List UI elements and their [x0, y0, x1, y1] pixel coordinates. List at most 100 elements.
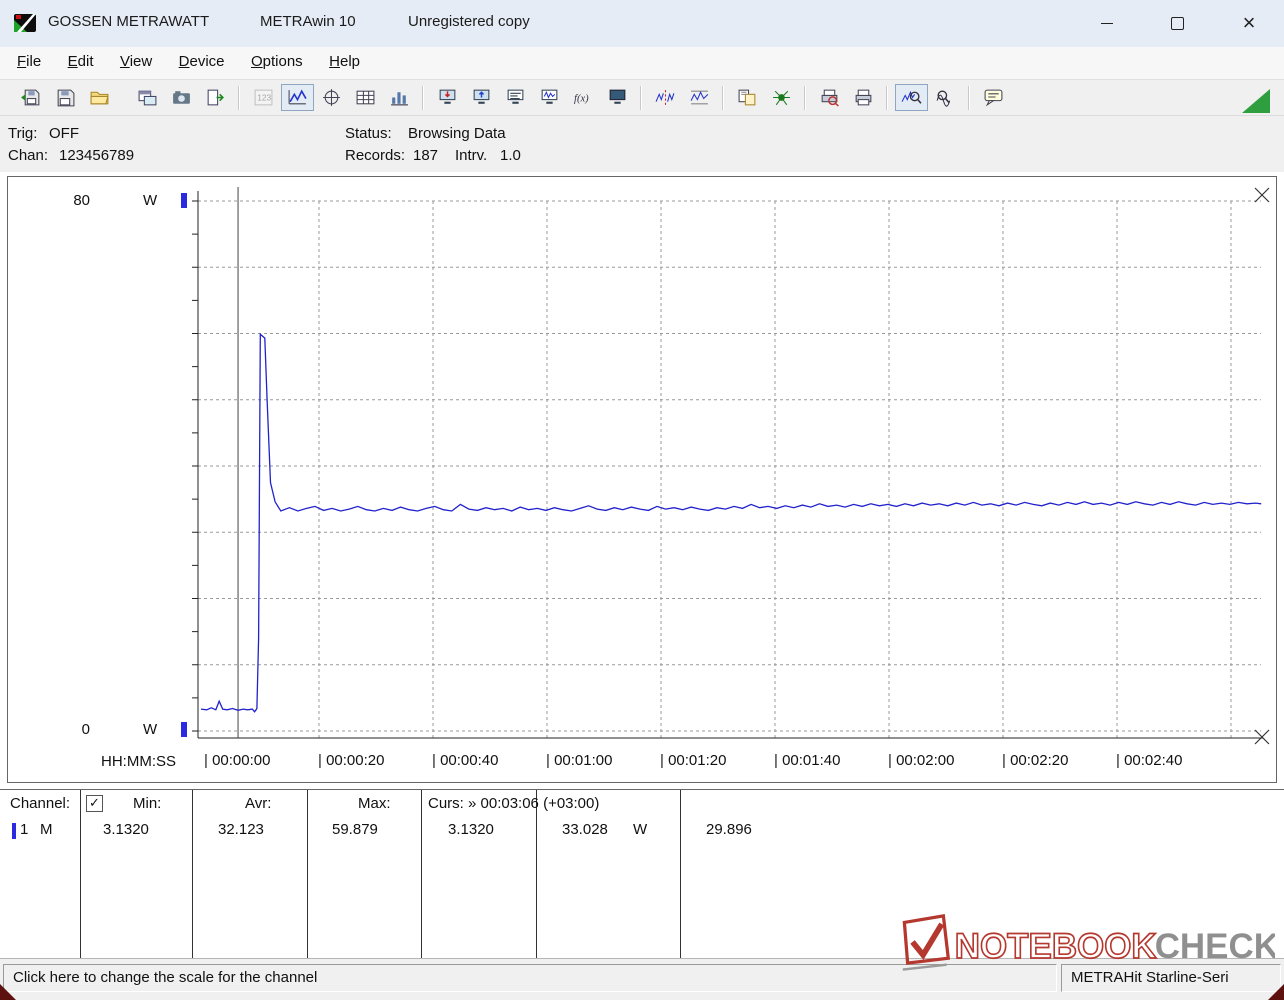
- time-tick-label: 00:02:40: [1116, 752, 1182, 769]
- device-memory-button[interactable]: [601, 84, 634, 111]
- header-channel: Channel:: [10, 795, 71, 812]
- menu-help[interactable]: Help: [318, 47, 371, 76]
- value-cursor-b: 33.028: [562, 821, 608, 838]
- wave-split-button[interactable]: [649, 84, 682, 111]
- file-open-button[interactable]: [83, 84, 116, 111]
- menu-file[interactable]: File: [6, 47, 52, 76]
- export-exit-button[interactable]: [199, 84, 232, 111]
- close-button[interactable]: ×: [1227, 7, 1271, 39]
- channel-data-panel: Channel: ✓ Min: Avr: Max: Curs: » 00:03:…: [0, 789, 1284, 959]
- y-axis-unit-bottom: W: [143, 721, 158, 738]
- window-export-button[interactable]: [131, 84, 164, 111]
- time-tick-label: 00:01:00: [546, 752, 612, 769]
- y-scale-handle-bottom[interactable]: [181, 722, 187, 737]
- status-value: Browsing Data: [408, 125, 506, 142]
- print-icon: [855, 89, 871, 106]
- y-axis-unit-top: W: [143, 192, 158, 209]
- title-app-name: GOSSEN METRAWATT: [48, 13, 210, 30]
- time-tick-label: 00:02:20: [1002, 752, 1068, 769]
- records-label: Records:: [345, 147, 406, 164]
- maximize-button[interactable]: [1155, 7, 1199, 39]
- screenshot-corner: [0, 984, 16, 1000]
- resize-grip[interactable]: [1242, 89, 1270, 113]
- metrawin-window: { "window": { "title_app": "GOSSEN METRA…: [0, 0, 1284, 1000]
- value-max: 59.879: [332, 821, 378, 838]
- zoom-out-icon: [936, 90, 950, 107]
- maximize-icon: [1170, 16, 1184, 30]
- spider-icon: [772, 90, 790, 106]
- header-min: Min:: [133, 795, 162, 812]
- close-icon: ×: [1242, 10, 1256, 35]
- menu-device[interactable]: Device: [168, 47, 236, 76]
- zoom-wave-button[interactable]: [894, 84, 928, 111]
- formula-button[interactable]: f(x): [567, 84, 600, 111]
- menu-bar: File Edit View Device Options Help: [0, 47, 1284, 80]
- interval-value: 1.0: [500, 147, 521, 164]
- column-divider: [421, 790, 422, 959]
- device-monitor-button[interactable]: [533, 84, 566, 111]
- title-bar: GOSSEN METRAWATT METRAwin 10 Unregistere…: [0, 0, 1284, 48]
- zoom-out-button[interactable]: [929, 84, 962, 111]
- annotation-icon: [984, 89, 1002, 107]
- snapshot-button[interactable]: [165, 84, 198, 111]
- time-tick-label: 00:00:00: [204, 752, 270, 769]
- chart-panel: 80 W 0 W HH:MM:SS 00:00:00 00:00:20 00:0…: [7, 176, 1277, 783]
- column-divider: [192, 790, 193, 959]
- x-axis-caption: HH:MM:SS: [101, 753, 176, 770]
- menu-view[interactable]: View: [109, 47, 163, 76]
- view-xy-button[interactable]: [315, 84, 348, 111]
- app-logo-icon: [14, 14, 36, 32]
- status-bar: Click here to change the scale for the c…: [0, 958, 1284, 1000]
- wave-envelope-button[interactable]: [683, 84, 716, 111]
- wave-envelope-icon: [690, 90, 708, 105]
- minimize-icon: [1101, 22, 1113, 24]
- annotation-button[interactable]: [977, 84, 1010, 111]
- header-cursor: Curs: » 00:03:06 (+03:00): [428, 795, 600, 812]
- menu-edit[interactable]: Edit: [57, 47, 105, 76]
- header-avr: Avr:: [245, 795, 272, 812]
- column-divider: [536, 790, 537, 959]
- scale-hint-panel[interactable]: Click here to change the scale for the c…: [3, 964, 1057, 992]
- plot-area[interactable]: [190, 187, 1263, 742]
- svg-text:f(x): f(x): [574, 94, 589, 105]
- records-value: 187: [413, 147, 439, 164]
- zoom-corner-handle-top[interactable]: [1253, 186, 1271, 204]
- save-icon: [57, 89, 74, 107]
- print-preview-button[interactable]: [813, 84, 846, 111]
- line-chart-icon: [288, 89, 307, 105]
- toolbar-separator: [640, 85, 642, 110]
- device-upload-button[interactable]: [465, 84, 498, 111]
- window-export-icon: [138, 90, 156, 106]
- file-import-button[interactable]: [15, 84, 48, 111]
- print-button[interactable]: [847, 84, 880, 111]
- channels-copy-button[interactable]: [731, 84, 764, 111]
- y-axis-min-label: 0: [81, 721, 90, 738]
- spider-button[interactable]: [765, 84, 798, 111]
- zoom-corner-handle-bottom[interactable]: [1253, 728, 1271, 746]
- device-memory-icon: [609, 89, 625, 104]
- device-config-button[interactable]: [499, 84, 532, 111]
- channel-visible-checkbox[interactable]: ✓: [86, 795, 103, 812]
- chan-value: 123456789: [59, 147, 135, 164]
- toolbar-separator: [238, 85, 240, 110]
- device-download-button[interactable]: [431, 84, 464, 111]
- view-table-button[interactable]: [349, 84, 382, 111]
- value-avr: 32.123: [218, 821, 264, 838]
- snapshot-icon: [172, 91, 190, 104]
- file-save-button[interactable]: [49, 84, 82, 111]
- export-exit-icon: [207, 89, 224, 106]
- column-divider: [307, 790, 308, 959]
- toolbar-separator: [422, 85, 424, 110]
- column-divider: [80, 790, 81, 959]
- time-tick-label: 00:00:40: [432, 752, 498, 769]
- view-histogram-button[interactable]: [383, 84, 416, 111]
- y-scale-handle-top[interactable]: [181, 193, 187, 208]
- menu-options[interactable]: Options: [240, 47, 314, 76]
- xy-crosshair-icon: [322, 89, 340, 106]
- values-123-icon: 123: [254, 89, 272, 106]
- values-list-button[interactable]: 123: [247, 84, 280, 111]
- minimize-button[interactable]: [1085, 7, 1129, 39]
- device-upload-icon: [473, 89, 489, 104]
- toolbar-separator: [804, 85, 806, 110]
- view-line-chart-button[interactable]: [280, 84, 314, 111]
